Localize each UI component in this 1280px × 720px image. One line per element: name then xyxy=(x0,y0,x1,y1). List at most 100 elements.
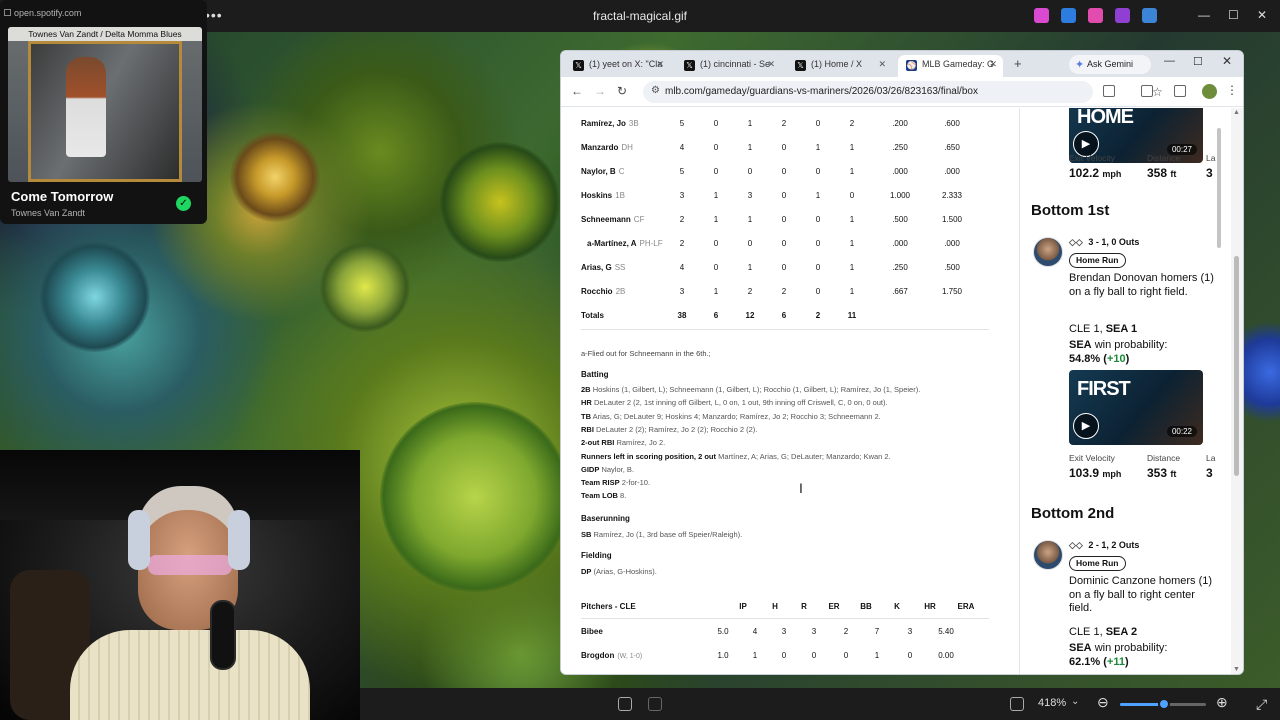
stat-ops: .000 xyxy=(944,239,960,248)
stat-ops: .000 xyxy=(944,167,960,176)
cloud-icon[interactable] xyxy=(1142,8,1157,23)
player-name-link[interactable]: Rocchio 2B xyxy=(581,287,625,296)
pitcher-name-link[interactable]: Bibee xyxy=(581,627,606,636)
zoom-level[interactable]: 418% xyxy=(1038,697,1066,709)
saved-check-icon[interactable]: ✓ xyxy=(176,196,191,211)
close-tab-icon[interactable]: ✕ xyxy=(878,59,886,70)
minimize-button[interactable]: — xyxy=(1198,8,1210,22)
slideshow-icon[interactable] xyxy=(648,697,662,711)
pitcher-name[interactable]: Bibee xyxy=(581,627,603,636)
baserunning-note: SB Ramírez, Jo (1, 3rd base off Speier/R… xyxy=(581,530,742,539)
distance-label: Distance xyxy=(1147,153,1181,163)
player-name-link[interactable]: Ramírez, Jo 3B xyxy=(581,119,639,128)
player-name[interactable]: Naylor, B xyxy=(581,167,616,176)
wp-value: 54.8% xyxy=(1069,352,1101,365)
play-icon[interactable]: ▶ xyxy=(1073,413,1099,439)
browser-window: 𝕏 (1) yeet on X: "Cla ✕ 𝕏 (1) cincinnati… xyxy=(560,50,1244,675)
player-name-link[interactable]: Manzardo DH xyxy=(581,143,633,152)
player-name-link[interactable]: Naylor, BC xyxy=(581,167,624,176)
wp-team: SEA xyxy=(1069,642,1092,654)
tab-mlb-gameday[interactable]: ⚾ MLB Gameday: G ✕ xyxy=(898,55,1003,77)
note-key: 2B xyxy=(581,385,591,394)
track-artist[interactable]: Townes Van Zandt xyxy=(11,208,85,218)
player-name-link[interactable]: Schneemann CF xyxy=(581,215,644,224)
expand-icon[interactable]: ⤢ xyxy=(1256,696,1267,713)
player-name[interactable]: Ramírez, Jo xyxy=(581,119,626,128)
stat-ab: 4 xyxy=(679,143,685,152)
browser-menu-icon[interactable]: ⋮ xyxy=(1226,83,1238,97)
note-key: GIDP xyxy=(581,464,600,474)
distance-label: Distance xyxy=(1147,453,1181,463)
chevron-down-icon[interactable]: ⌄ xyxy=(1071,696,1079,707)
stat-ops: 2.333 xyxy=(941,191,963,200)
panel-scrollbar-thumb[interactable] xyxy=(1217,128,1221,248)
player-name[interactable]: Manzardo xyxy=(581,143,618,152)
new-tab-button[interactable]: + xyxy=(1014,56,1022,71)
profile-avatar[interactable] xyxy=(1202,84,1217,99)
tab-x-cincinnati[interactable]: 𝕏 (1) cincinnati - Se ✕ xyxy=(676,55,781,77)
tab-x-home[interactable]: 𝕏 (1) Home / X ✕ xyxy=(787,55,892,77)
fit-screen-icon[interactable] xyxy=(618,697,632,711)
batting-note: 2B Hoskins (1, Gilbert, L); Schneemann (… xyxy=(581,385,920,394)
scroll-down-icon[interactable]: ▼ xyxy=(1233,666,1240,673)
browser-close-button[interactable]: ✕ xyxy=(1222,54,1232,68)
video-icon[interactable] xyxy=(1115,8,1130,23)
stat-r: 0 xyxy=(713,143,719,152)
clip-overlay-text: HOME xyxy=(1077,108,1134,128)
player-name[interactable]: Arias, G xyxy=(581,263,612,272)
note-key: Team LOB xyxy=(581,491,618,501)
side-panel-icon[interactable] xyxy=(1141,85,1153,97)
extensions-icon[interactable] xyxy=(1103,85,1115,97)
player-name[interactable]: Hoskins xyxy=(581,191,612,200)
player-name[interactable]: a-Martínez, A xyxy=(587,239,637,248)
close-tab-icon[interactable]: ✕ xyxy=(656,59,664,70)
close-tab-icon[interactable]: ✕ xyxy=(767,59,775,70)
pitcher-name[interactable]: Brogdon xyxy=(581,651,614,660)
stat-r: 1 xyxy=(713,215,719,224)
player-name[interactable]: Rocchio xyxy=(581,287,613,296)
player-name-link[interactable]: a-Martínez, A PH-LF xyxy=(587,239,663,248)
zoom-slider-thumb[interactable] xyxy=(1158,698,1170,710)
track-title[interactable]: Come Tomorrow xyxy=(11,189,113,204)
site-settings-icon[interactable] xyxy=(4,9,11,16)
media-controls-icon[interactable] xyxy=(1174,85,1186,97)
score-away: CLE 1, xyxy=(1069,323,1103,335)
reload-button[interactable]: ↻ xyxy=(617,84,627,98)
ask-gemini-button[interactable]: ✦ Ask Gemini xyxy=(1069,55,1151,74)
maximize-button[interactable]: ☐ xyxy=(1228,8,1239,22)
player-name[interactable]: Schneemann xyxy=(581,215,631,224)
stat-ab: 5 xyxy=(679,119,685,128)
browser-maximize-button[interactable]: ☐ xyxy=(1193,55,1203,68)
url-text[interactable]: mlb.com/gameday/guardians-vs-mariners/20… xyxy=(665,86,978,97)
totals-bb: 2 xyxy=(815,311,821,320)
more-options-icon[interactable]: ••• xyxy=(205,7,223,23)
zoom-out-icon[interactable]: ⊖ xyxy=(1097,694,1109,711)
page-scrollbar-thumb[interactable] xyxy=(1234,256,1239,476)
pitcher-name-link[interactable]: Brogdon (W, 1-0) xyxy=(581,651,642,660)
close-button[interactable]: ✕ xyxy=(1257,8,1267,22)
player-name-link[interactable]: Arias, G SS xyxy=(581,263,625,272)
player-position: 1B xyxy=(615,191,625,200)
tab-x-yeet[interactable]: 𝕏 (1) yeet on X: "Cla ✕ xyxy=(565,55,670,77)
site-info-icon[interactable]: ⚙ xyxy=(651,85,660,96)
stat-r: 1 xyxy=(713,191,719,200)
back-button[interactable]: ← xyxy=(571,84,583,98)
text-cursor-icon: I xyxy=(799,480,803,496)
note-value: Arias, G; DeLauter 9; Hoskins 4; Manzard… xyxy=(592,411,881,421)
stat-rbi: 2 xyxy=(781,119,787,128)
browser-minimize-button[interactable]: — xyxy=(1164,55,1175,67)
close-tab-icon[interactable]: ✕ xyxy=(989,59,997,70)
zoom-in-icon[interactable]: ⊕ xyxy=(1216,694,1228,711)
crop-icon[interactable] xyxy=(1061,8,1076,23)
effects-icon[interactable] xyxy=(1088,8,1103,23)
forward-button[interactable]: → xyxy=(594,84,606,98)
pitcher-stat: 5.40 xyxy=(938,627,954,636)
scroll-up-icon[interactable]: ▲ xyxy=(1233,109,1240,116)
edit-icon[interactable] xyxy=(1034,8,1049,23)
player-name-link[interactable]: Hoskins 1B xyxy=(581,191,625,200)
fractal-orb xyxy=(40,242,150,352)
address-bar[interactable]: ⚙ mlb.com/gameday/guardians-vs-mariners/… xyxy=(643,81,1163,103)
aspect-ratio-icon[interactable] xyxy=(1010,697,1024,711)
bookmark-star-icon[interactable]: ☆ xyxy=(1152,85,1163,99)
video-clip-thumbnail[interactable]: FIRST ▶ 00:22 xyxy=(1069,370,1203,445)
